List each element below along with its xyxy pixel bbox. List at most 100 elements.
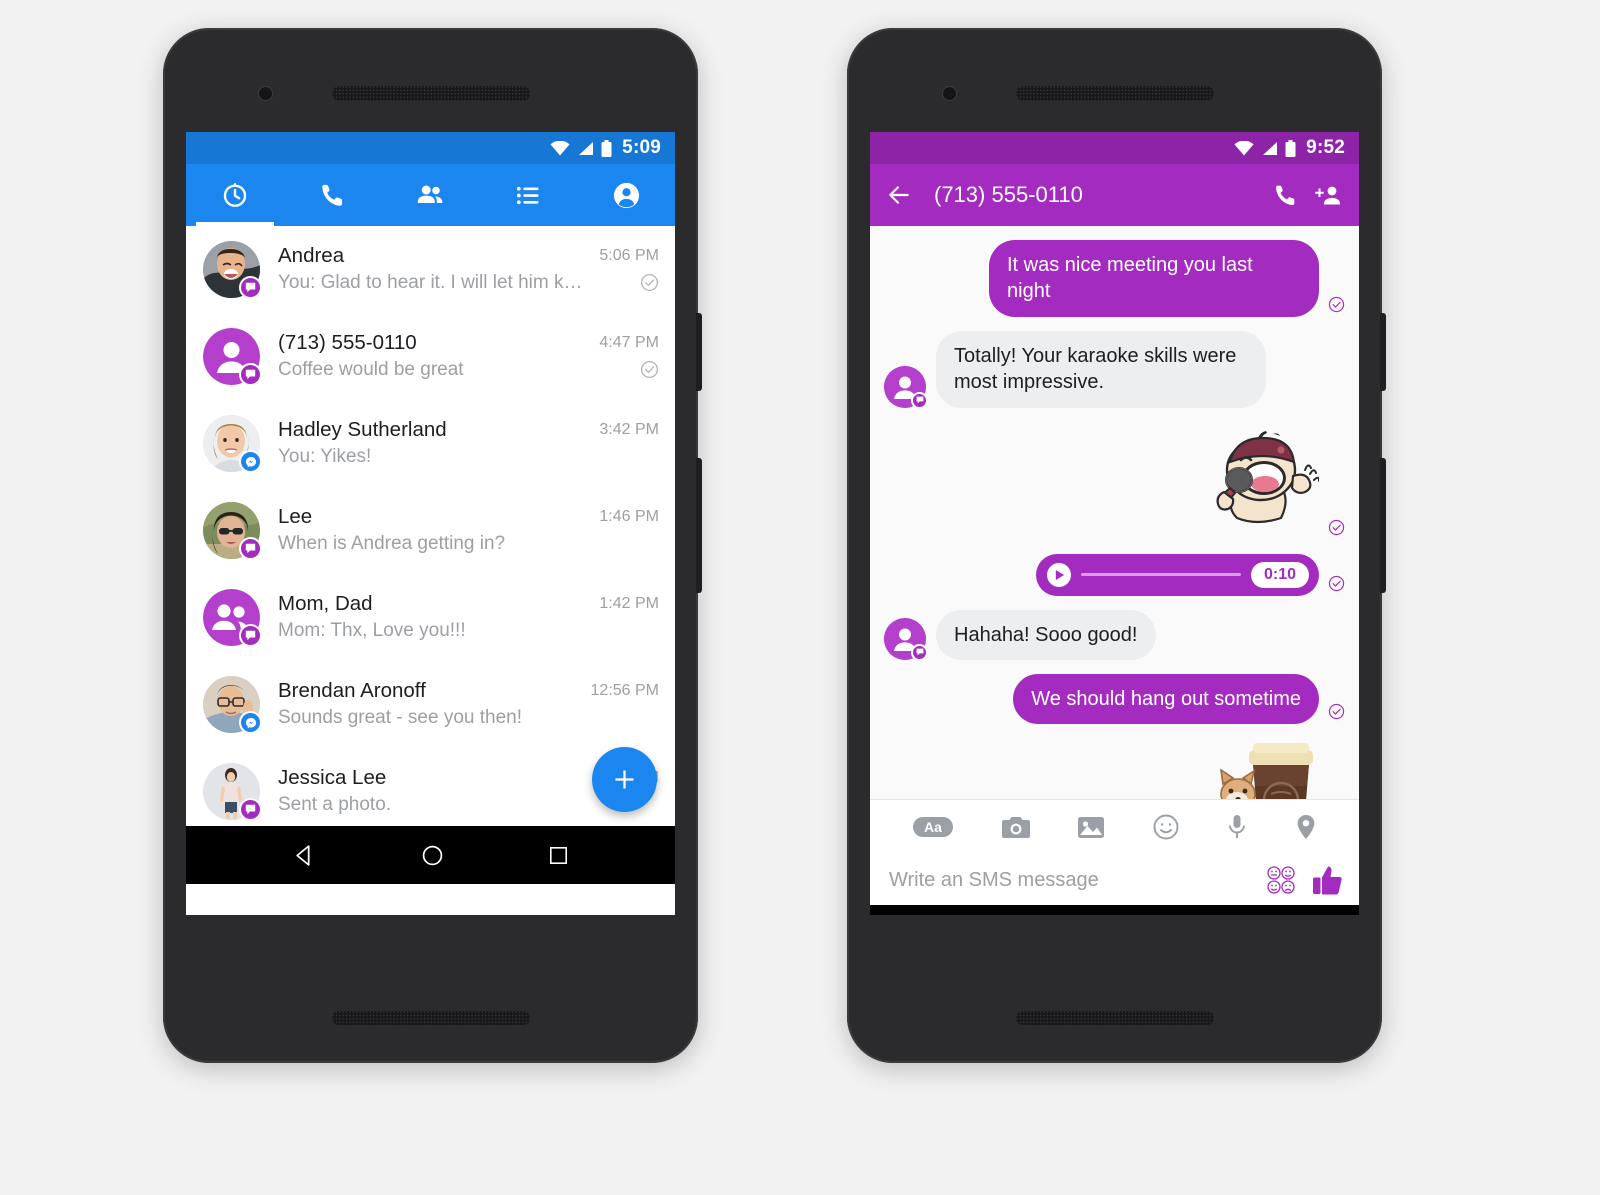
tab-profile[interactable] [577,164,675,226]
android-nav-bar-left [186,826,675,884]
conversation-time: 4:47 PM [599,334,659,351]
home-circle-icon[interactable] [421,844,444,867]
messenger-badge-icon [239,711,262,734]
front-camera-icon [258,86,273,101]
conversation-list[interactable]: Andrea You: Glad to hear it. I will let … [186,226,675,826]
conversation-snippet: You: Glad to hear it. I will let him kno… [278,272,590,294]
wifi-icon [1234,140,1254,156]
front-camera-icon [942,86,957,101]
volume-button[interactable] [1380,458,1386,593]
recents-square-icon[interactable] [548,845,569,866]
sms-badge-icon [911,643,928,661]
sms-badge-icon [239,624,262,647]
tab-calls[interactable] [284,164,382,226]
earpiece-speaker [331,86,530,101]
sent-check-icon [1328,519,1345,536]
chat-title: (713) 555-0110 [934,182,1083,207]
phone-icon[interactable] [1273,183,1298,208]
location-pin-icon[interactable] [1295,814,1317,840]
sticker-grid-icon[interactable] [1265,864,1297,896]
bottom-speaker-grille [331,1011,530,1025]
wifi-icon [550,140,570,156]
earpiece-speaker [1015,86,1214,101]
smiley-icon[interactable] [1153,814,1179,840]
tab-recent[interactable] [186,164,284,226]
sms-input[interactable] [889,868,1251,892]
tab-groups[interactable] [479,164,577,226]
conversation-time: 5:06 PM [599,247,659,264]
message-bubble[interactable]: Totally! Your karaoke skills were most i… [936,330,1266,408]
plus-icon [611,766,638,793]
list-item[interactable]: Lee When is Andrea getting in? 1:46 PM [186,487,675,574]
back-triangle-icon[interactable] [292,843,317,868]
sms-badge-icon [239,798,262,821]
conversation-name: Brendan Aronoff [278,678,426,702]
power-button[interactable] [1380,313,1386,391]
conversation-name: Andrea [278,243,345,267]
screen-right: 9:52 (713) 555-0110 It was nice meeting … [870,132,1359,915]
message-bubble[interactable]: It was nice meeting you last night [989,240,1319,317]
message-thread[interactable]: It was nice meeting you last night Total… [870,226,1359,799]
list-item[interactable]: Hadley Sutherland You: Yikes! 3:42 PM [186,400,675,487]
list-item[interactable]: Brendan Aronoff Sounds great - see you t… [186,661,675,748]
status-time: 5:09 [622,137,661,158]
conversation-name: Lee [278,504,313,528]
avatar [203,502,262,560]
list-item[interactable]: Mom, Dad Mom: Thx, Love you!!! 1:42 PM [186,574,675,661]
camera-icon[interactable] [1002,815,1031,840]
avatar [884,365,928,409]
add-person-icon[interactable] [1314,182,1342,208]
signal-icon [1261,141,1278,156]
conversation-snippet: When is Andrea getting in? [278,533,506,555]
conversation-snippet: Coffee would be great [278,359,464,381]
status-time: 9:52 [1306,137,1345,158]
sent-check-icon [1328,703,1345,720]
conversation-time: 3:42 PM [599,421,659,438]
screen-left: 5:09 Andrea You: Glad to hear it. I will… [186,132,675,915]
conversation-snippet: Sounds great - see you then! [278,707,522,729]
power-button[interactable] [696,313,702,391]
fox-coffee-cup-sticker[interactable] [1201,738,1319,799]
audio-progress-track[interactable] [1081,573,1241,577]
thumbs-up-icon[interactable] [1311,863,1345,897]
play-icon[interactable] [1047,562,1071,587]
tab-people[interactable] [382,164,480,226]
conversation-name: (713) 555-0110 [278,330,417,354]
volume-button[interactable] [696,458,702,593]
delivered-check-icon [640,360,659,379]
sent-check-icon [1328,296,1345,313]
new-message-fab[interactable] [592,747,657,812]
phone-device-right: 9:52 (713) 555-0110 It was nice meeting … [847,28,1386,1063]
svg-text:Aa: Aa [924,819,942,835]
status-bar-right: 9:52 [870,132,1359,164]
sms-badge-icon [239,363,262,386]
audio-duration: 0:10 [1250,561,1309,588]
sms-badge-icon [239,276,262,299]
sms-badge-icon [911,391,928,409]
back-arrow-icon[interactable] [886,182,912,208]
avatar [203,589,262,647]
app-tab-bar [186,164,675,226]
karaoke-singer-sticker[interactable] [1169,422,1319,540]
signal-icon [577,141,594,156]
sms-badge-icon [239,537,262,560]
avatar [203,676,262,734]
message-row: 0:10 [870,553,1359,596]
message-bubble[interactable]: Hahaha! Sooo good! [936,609,1156,660]
list-item[interactable]: (713) 555-0110 Coffee would be great 4:4… [186,313,675,400]
message-bubble[interactable]: We should hang out sometime [1013,673,1319,725]
conversation-time: 12:56 PM [590,682,659,699]
list-item[interactable]: Andrea You: Glad to hear it. I will let … [186,226,675,313]
microphone-icon[interactable] [1227,814,1247,840]
conversation-name: Hadley Sutherland [278,417,447,441]
message-composer: Aa [870,799,1359,905]
chat-header: (713) 555-0110 [870,164,1359,226]
audio-message-player[interactable]: 0:10 [1036,553,1319,596]
aa-icon[interactable]: Aa [912,814,954,840]
image-icon[interactable] [1078,815,1105,840]
message-row: Totally! Your karaoke skills were most i… [870,330,1359,409]
conversation-snippet: Sent a photo. [278,794,392,816]
message-row [870,422,1359,540]
avatar [884,617,928,661]
avatar [203,328,262,386]
